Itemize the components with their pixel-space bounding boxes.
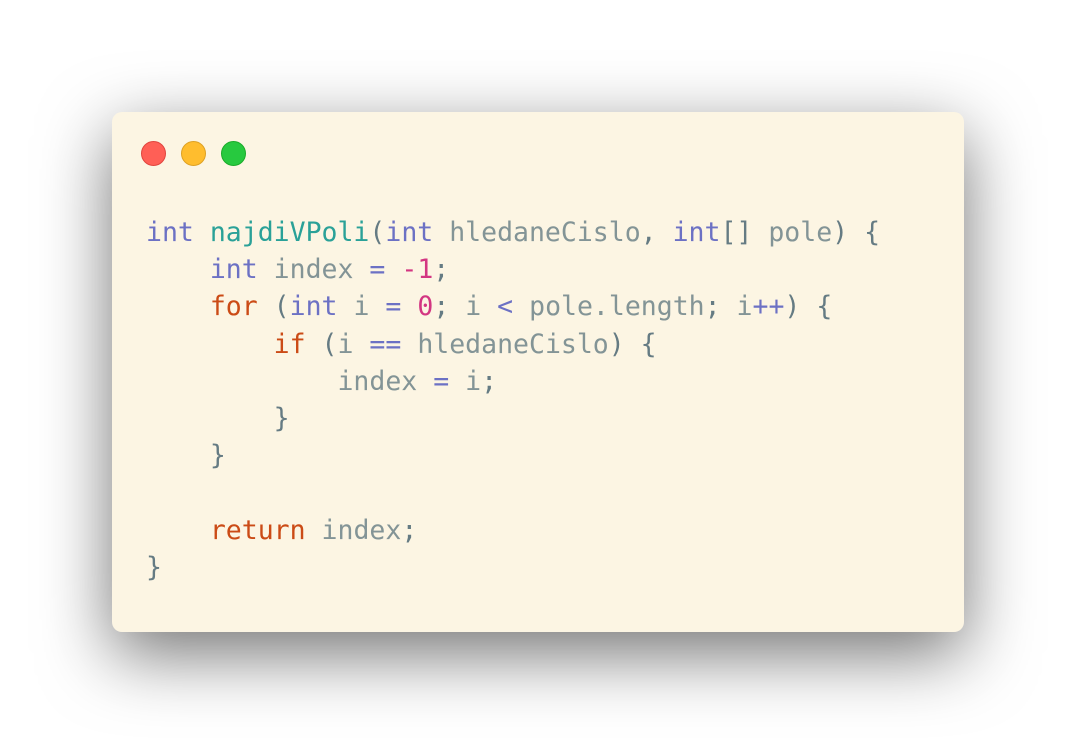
code-token: 0 [417,291,434,323]
code-line: return index; [146,512,880,549]
code-token: hledaneCislo [417,328,609,360]
code-token: index [321,514,402,546]
code-line: } [146,400,880,437]
window-controls [141,141,246,167]
code-token: index [273,254,354,286]
code-token: < [497,291,514,323]
code-token: ; [704,291,737,323]
code-token: ; [433,254,450,286]
code-token: i [337,328,354,360]
code-token: } [146,440,226,472]
code-token: hledaneCislo [449,217,641,248]
code-token: i [353,291,370,323]
code-token: najdiVPoli [209,217,370,248]
code-token: int [672,217,721,248]
code-token: for [209,291,258,323]
code-token: ) { [832,217,881,248]
code-token: , [640,217,673,248]
code-token: == [369,328,402,360]
maximize-button[interactable] [221,141,246,166]
code-token: ; [401,514,418,546]
code-token: pole [768,217,833,248]
code-token: ( [257,291,290,323]
code-window: int najdiVPoli(int hledaneCislo, int[] p… [112,112,964,632]
code-line: int najdiVPoli(int hledaneCislo, int[] p… [146,214,880,251]
code-line: } [146,549,880,586]
code-token: ++ [752,291,785,323]
code-token: return [209,514,306,546]
code-token: ; [433,291,466,323]
code-token: = [433,365,450,397]
code-token: ( [369,217,386,248]
code-token: = [369,254,386,286]
code-token: int [209,254,258,286]
code-token: int [289,291,338,323]
code-token: ) { [608,328,657,360]
code-token: [] [720,217,769,248]
code-line: int index = -1; [146,251,880,288]
code-token: int [385,217,434,248]
code-token: ; [481,365,498,397]
code-token: ) { [784,291,833,323]
code-block: int najdiVPoli(int hledaneCislo, int[] p… [146,214,880,586]
code-line: index = i; [146,363,880,400]
code-token: ( [305,328,338,360]
code-token: } [146,402,290,434]
code-token: index [337,365,418,397]
code-token: i [465,365,482,397]
code-token: i [736,291,753,323]
screenshot-stage: int najdiVPoli(int hledaneCislo, int[] p… [0,0,1076,744]
code-line: } [146,437,880,474]
code-line: for (int i = 0; i < pole.length; i++) { [146,288,880,325]
code-token: } [146,551,162,583]
close-button[interactable] [141,141,166,166]
code-token: int [146,217,194,248]
code-token: -1 [401,254,434,286]
code-token: i [465,291,482,323]
code-token: if [273,328,306,360]
minimize-button[interactable] [181,141,206,166]
code-token: = [385,291,402,323]
code-line: if (i == hledaneCislo) { [146,326,880,363]
code-token: pole.length [529,291,705,323]
